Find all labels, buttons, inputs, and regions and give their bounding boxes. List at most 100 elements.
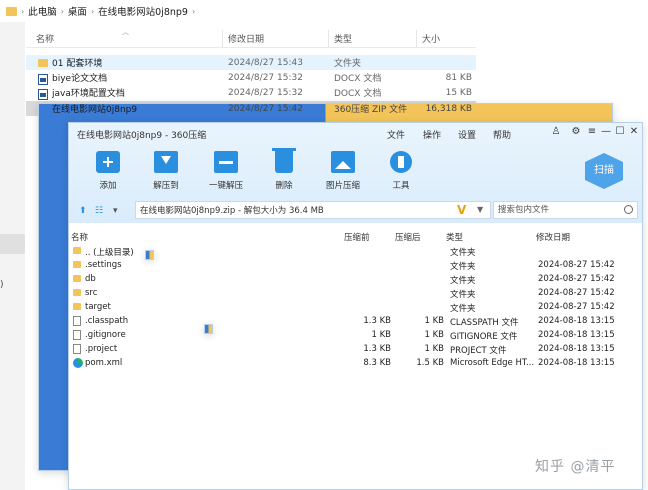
row-compressed: 1 KB bbox=[371, 330, 391, 340]
chevron-right-icon: › bbox=[90, 6, 95, 16]
file-modified: 2024/8/27 15:42 bbox=[228, 103, 303, 114]
delete-icon bbox=[272, 148, 296, 173]
image-compress-icon bbox=[331, 151, 355, 173]
column-header-compressed[interactable]: 压缩前 bbox=[344, 231, 370, 243]
nav-pane-expander[interactable]: ) bbox=[0, 280, 4, 290]
maximize-icon[interactable]: ☐ bbox=[613, 126, 627, 137]
nav-pane-selected-item[interactable] bbox=[0, 234, 25, 254]
row-name: .project bbox=[85, 344, 118, 354]
table-row[interactable]: .classpath 1.3 KB 1 KB CLASSPATH 文件 2024… bbox=[69, 315, 642, 329]
row-modified: 2024-08-18 13:15 bbox=[538, 358, 615, 368]
column-header-modified[interactable]: 修改日期 bbox=[228, 32, 264, 45]
file-size: 16,318 KB bbox=[425, 103, 472, 114]
one-click-extract-label: 一键解压 bbox=[208, 181, 243, 191]
zip-window: 在线电影网站0j8np9 - 360压缩 文件 操作 设置 帮助 ♙ ⚙ ≡ —… bbox=[68, 122, 643, 490]
explorer-nav-pane[interactable]: ) bbox=[0, 22, 25, 490]
table-row[interactable]: .gitignore 1 KB 1 KB GITIGNORE 文件 2024-0… bbox=[69, 329, 642, 343]
menu-operate[interactable]: 操作 bbox=[423, 128, 441, 141]
row-name: .settings bbox=[85, 260, 122, 270]
folder-icon bbox=[73, 289, 81, 296]
column-divider[interactable] bbox=[416, 30, 417, 48]
row-type: Microsoft Edge HT... bbox=[450, 358, 535, 368]
column-divider[interactable] bbox=[222, 30, 223, 48]
add-label: 添加 bbox=[99, 181, 117, 191]
row-name: pom.xml bbox=[85, 358, 123, 368]
row-modified: 2024-08-18 13:15 bbox=[538, 316, 615, 326]
breadcrumb-desktop[interactable]: 桌面 bbox=[68, 4, 87, 18]
extract-to-button[interactable]: 解压到 bbox=[141, 151, 191, 191]
row-type: GITIGNORE 文件 bbox=[450, 332, 518, 342]
dropdown-icon[interactable]: ▾ bbox=[113, 206, 118, 216]
search-icon[interactable] bbox=[624, 205, 633, 214]
menu-settings[interactable]: 设置 bbox=[458, 128, 476, 141]
add-icon bbox=[96, 151, 120, 173]
row-type: 文件夹 bbox=[450, 304, 476, 314]
tools-button[interactable]: 工具 bbox=[376, 151, 426, 191]
row-modified: 2024-08-27 15:42 bbox=[538, 260, 615, 270]
folder-icon bbox=[38, 59, 48, 67]
list-item[interactable]: java环境配置文档 2024/8/27 15:32 DOCX 文档 15 KB bbox=[26, 85, 476, 100]
delete-button[interactable]: 删除 bbox=[259, 148, 309, 191]
table-row[interactable]: .project 1.3 KB 1 KB PROJECT 文件 2024-08-… bbox=[69, 343, 642, 357]
file-icon bbox=[73, 316, 81, 326]
one-click-extract-button[interactable]: 一键解压 bbox=[201, 151, 251, 191]
edge-icon bbox=[73, 358, 83, 368]
image-compress-button[interactable]: 图片压缩 bbox=[318, 151, 368, 191]
menu-file[interactable]: 文件 bbox=[387, 128, 405, 141]
verified-check-icon[interactable]: V bbox=[457, 203, 466, 217]
close-icon[interactable]: ✕ bbox=[627, 126, 641, 137]
view-mode-icon[interactable]: ☷ bbox=[95, 206, 103, 216]
tshirt-icon[interactable]: ♙ bbox=[549, 126, 563, 137]
column-header-size[interactable]: 大小 bbox=[422, 32, 440, 45]
file-type: 文件夹 bbox=[334, 59, 362, 69]
table-row[interactable]: pom.xml 8.3 KB 1.5 KB Microsoft Edge HT.… bbox=[69, 357, 642, 371]
breadcrumb-current-folder[interactable]: 在线电影网站0j8np9 bbox=[98, 4, 188, 18]
file-size: 81 KB bbox=[445, 72, 472, 83]
table-row[interactable]: src 文件夹 2024-08-27 15:42 bbox=[69, 287, 642, 301]
minimize-icon[interactable]: — bbox=[599, 126, 613, 137]
file-name: biye论文文档 bbox=[52, 74, 108, 84]
column-header-type[interactable]: 类型 bbox=[446, 231, 463, 243]
archive-path-bar[interactable]: 在线电影网站0j8np9.zip - 解包大小为 36.4 MB bbox=[135, 201, 491, 334]
column-header-name[interactable]: 名称 bbox=[36, 32, 54, 45]
chevron-right-icon: › bbox=[21, 6, 25, 16]
list-item[interactable]: 在线电影网站0j8np9 2024/8/27 15:42 360压缩 ZIP 文… bbox=[26, 101, 613, 471]
file-modified: 2024/8/27 15:43 bbox=[228, 57, 303, 68]
folder-icon bbox=[73, 275, 81, 282]
breadcrumb-this-pc[interactable]: 此电脑 bbox=[28, 4, 57, 18]
delete-label: 删除 bbox=[275, 181, 293, 191]
row-modified: 2024-08-18 13:15 bbox=[538, 330, 615, 340]
row-packed: 1.5 KB bbox=[416, 358, 444, 368]
column-header-modified[interactable]: 修改日期 bbox=[536, 231, 570, 243]
file-name: java环境配置文档 bbox=[52, 89, 125, 99]
path-dropdown-icon[interactable]: ▼ bbox=[477, 205, 483, 214]
table-row[interactable]: .settings 文件夹 2024-08-27 15:42 bbox=[69, 259, 642, 273]
column-header-packed[interactable]: 压缩后 bbox=[395, 231, 421, 243]
one-click-extract-icon bbox=[214, 151, 238, 173]
column-divider[interactable] bbox=[328, 30, 329, 48]
file-icon bbox=[73, 330, 81, 340]
row-name: .classpath bbox=[85, 316, 129, 326]
menu-help[interactable]: 帮助 bbox=[493, 128, 511, 141]
chevron-right-icon: › bbox=[191, 6, 196, 16]
table-row[interactable]: .. (上级目录) 文件夹 bbox=[69, 245, 642, 259]
table-row[interactable]: target 文件夹 2024-08-27 15:42 bbox=[69, 301, 642, 315]
column-header-name[interactable]: 名称 bbox=[71, 231, 88, 243]
explorer-address-bar[interactable]: › 此电脑 › 桌面 › 在线电影网站0j8np9 › bbox=[0, 0, 648, 22]
list-item[interactable]: 01 配套环境 2024/8/27 15:43 文件夹 bbox=[26, 55, 476, 70]
search-input[interactable]: 搜索包内文件 bbox=[493, 201, 638, 219]
row-name: target bbox=[85, 302, 111, 312]
image-compress-label: 图片压缩 bbox=[325, 181, 360, 191]
table-row[interactable]: db 文件夹 2024-08-27 15:42 bbox=[69, 273, 642, 287]
tools-label: 工具 bbox=[392, 181, 410, 191]
menu-icon[interactable]: ≡ bbox=[585, 126, 599, 137]
list-item[interactable]: biye论文文档 2024/8/27 15:32 DOCX 文档 81 KB bbox=[26, 70, 476, 85]
folder-icon bbox=[73, 303, 81, 310]
docx-icon bbox=[38, 74, 48, 85]
file-name: 在线电影网站0j8np9 bbox=[52, 105, 138, 115]
row-modified: 2024-08-27 15:42 bbox=[538, 274, 615, 284]
gear-icon[interactable]: ⚙ bbox=[569, 126, 583, 137]
up-arrow-icon[interactable]: ⬆ bbox=[79, 206, 87, 216]
column-header-type[interactable]: 类型 bbox=[334, 32, 352, 45]
add-button[interactable]: 添加 bbox=[83, 151, 133, 191]
